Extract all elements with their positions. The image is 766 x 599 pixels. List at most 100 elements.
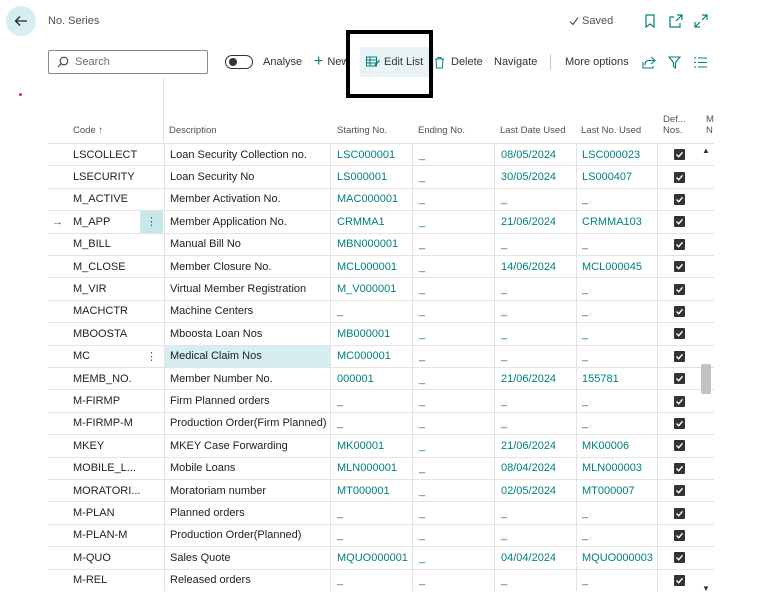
table-row[interactable]: LSECURITY Loan Security No LS000001 _ 30/05/… bbox=[48, 165, 714, 188]
cell-starting-no[interactable]: _ bbox=[332, 524, 413, 547]
cell-ending-no[interactable]: _ bbox=[414, 368, 495, 390]
cell-last-no-used[interactable]: MQUO000003 bbox=[577, 547, 658, 569]
cell-last-no-used[interactable]: _ bbox=[577, 300, 658, 323]
cell-default-nos[interactable] bbox=[670, 458, 688, 479]
cell-last-no-used[interactable]: CRMMA103 bbox=[577, 211, 658, 233]
checkbox-checked[interactable] bbox=[673, 373, 685, 385]
cell-ending-no[interactable]: _ bbox=[414, 211, 495, 233]
cell-last-no-used[interactable]: MT000007 bbox=[577, 480, 658, 502]
cell-description[interactable]: Loan Security No bbox=[164, 166, 331, 188]
cell-default-nos[interactable] bbox=[670, 368, 688, 389]
cell-default-nos[interactable] bbox=[670, 234, 688, 255]
checkbox-checked[interactable] bbox=[673, 283, 685, 295]
cell-last-no-used[interactable]: _ bbox=[577, 390, 658, 412]
cell-last-date-used[interactable]: _ bbox=[496, 300, 577, 323]
checkbox-checked[interactable] bbox=[673, 395, 685, 407]
checkbox-checked[interactable] bbox=[673, 529, 685, 541]
row-actions-button[interactable] bbox=[140, 390, 163, 411]
table-row[interactable]: MORATORI... Moratoriam number MT000001 _ 02/… bbox=[48, 479, 714, 502]
cell-default-nos[interactable] bbox=[670, 435, 688, 456]
cell-default-nos[interactable] bbox=[670, 211, 688, 232]
cell-default-nos[interactable] bbox=[670, 256, 688, 277]
table-row[interactable]: M_BILL Manual Bill No MBN000001 _ _ _ bbox=[48, 232, 714, 255]
cell-starting-no[interactable]: MQUO000001 bbox=[332, 547, 413, 569]
vertical-scrollbar[interactable]: ▲ ▼ bbox=[699, 142, 714, 599]
delete-button[interactable]: Delete bbox=[434, 47, 483, 77]
cell-description[interactable]: Medical Claim Nos bbox=[164, 345, 331, 367]
checkbox-checked[interactable] bbox=[673, 328, 685, 340]
cell-starting-no[interactable]: LS000001 bbox=[332, 166, 413, 188]
cell-default-nos[interactable] bbox=[670, 502, 688, 523]
cell-last-no-used[interactable]: _ bbox=[577, 188, 658, 211]
checkbox-checked[interactable] bbox=[673, 552, 685, 564]
checkbox-checked[interactable] bbox=[673, 149, 685, 161]
cell-code[interactable]: M-QUO bbox=[68, 547, 140, 568]
cell-last-date-used[interactable]: 30/05/2024 bbox=[496, 166, 577, 188]
checkbox-checked[interactable] bbox=[673, 171, 685, 183]
cell-description[interactable]: Production Order(Firm Planned) bbox=[164, 412, 331, 435]
edit-list-button[interactable]: Edit List bbox=[366, 47, 423, 77]
open-new-window-icon[interactable] bbox=[668, 13, 684, 29]
cell-code[interactable]: M-PLAN-M bbox=[68, 525, 140, 546]
row-actions-button[interactable] bbox=[140, 368, 163, 389]
cell-code[interactable]: M-FIRMP bbox=[68, 390, 140, 411]
cell-last-no-used[interactable]: _ bbox=[577, 502, 658, 524]
cell-last-no-used[interactable]: _ bbox=[577, 524, 658, 547]
toggle-switch[interactable] bbox=[225, 55, 253, 69]
cell-code[interactable]: MOBILE_L... bbox=[68, 458, 140, 479]
row-actions-button[interactable] bbox=[140, 570, 163, 591]
cell-last-date-used[interactable]: _ bbox=[496, 502, 577, 524]
column-header-last-date-used[interactable]: Last Date Used bbox=[500, 125, 565, 136]
checkbox-checked[interactable] bbox=[673, 462, 685, 474]
row-actions-button[interactable]: ⋮ bbox=[140, 211, 163, 233]
cell-starting-no[interactable]: 000001 bbox=[332, 368, 413, 390]
table-row[interactable]: M_VIR Virtual Member Registration M_V00000… bbox=[48, 277, 714, 300]
row-actions-button[interactable] bbox=[140, 256, 163, 277]
table-row[interactable]: M-QUO Sales Quote MQUO000001 _ 04/04/2024 MQU… bbox=[48, 546, 714, 569]
search-input[interactable] bbox=[75, 56, 195, 68]
cell-ending-no[interactable]: _ bbox=[414, 256, 495, 278]
row-actions-button[interactable] bbox=[140, 301, 163, 322]
cell-code[interactable]: M-PLAN bbox=[68, 502, 140, 523]
cell-description[interactable]: Sales Quote bbox=[164, 547, 331, 569]
cell-starting-no[interactable]: MAC000001 bbox=[332, 188, 413, 211]
cell-default-nos[interactable] bbox=[670, 480, 688, 501]
cell-code[interactable]: M-REL bbox=[68, 570, 140, 591]
table-row[interactable]: → M_APP ⋮ Member Application No. CRMMA1 _ 21/0… bbox=[48, 210, 714, 233]
cell-starting-no[interactable]: _ bbox=[332, 390, 413, 412]
checkbox-checked[interactable] bbox=[673, 238, 685, 250]
cell-starting-no[interactable]: MBN000001 bbox=[332, 233, 413, 255]
checkbox-checked[interactable] bbox=[673, 261, 685, 273]
cell-ending-no[interactable]: _ bbox=[414, 233, 495, 255]
cell-default-nos[interactable] bbox=[670, 413, 688, 434]
cell-code[interactable]: M_ACTIVE bbox=[68, 189, 140, 210]
table-row[interactable]: MEMB_NO. Member Number No. 000001 _ 21/06/20… bbox=[48, 367, 714, 390]
cell-description[interactable]: Production Order(Planned) bbox=[164, 524, 331, 547]
cell-description[interactable]: Member Application No. bbox=[164, 211, 331, 233]
column-header-starting-no[interactable]: Starting No. bbox=[337, 125, 387, 136]
cell-code[interactable]: MORATORI... bbox=[68, 480, 140, 501]
cell-code[interactable]: M_BILL bbox=[68, 234, 140, 255]
cell-last-date-used[interactable]: 21/06/2024 bbox=[496, 368, 577, 390]
row-actions-button[interactable]: ⋮ bbox=[140, 346, 163, 367]
cell-description[interactable]: MKEY Case Forwarding bbox=[164, 435, 331, 457]
cell-starting-no[interactable]: M_V000001 bbox=[332, 278, 413, 300]
cell-starting-no[interactable]: _ bbox=[332, 412, 413, 435]
cell-code[interactable]: M_VIR bbox=[68, 278, 140, 299]
cell-ending-no[interactable]: _ bbox=[414, 457, 495, 479]
cell-ending-no[interactable]: _ bbox=[414, 188, 495, 211]
cell-code[interactable]: MKEY bbox=[68, 435, 140, 456]
cell-default-nos[interactable] bbox=[670, 390, 688, 411]
table-row[interactable]: M-PLAN-M Production Order(Planned) _ _ _ _ bbox=[48, 523, 714, 547]
cell-ending-no[interactable]: _ bbox=[414, 345, 495, 367]
cell-ending-no[interactable]: _ bbox=[414, 300, 495, 323]
expand-icon[interactable] bbox=[693, 13, 709, 29]
cell-description[interactable]: Released orders bbox=[164, 569, 331, 591]
cell-last-no-used[interactable]: LS000407 bbox=[577, 166, 658, 188]
checkbox-checked[interactable] bbox=[673, 216, 685, 228]
row-actions-button[interactable] bbox=[140, 413, 163, 434]
cell-ending-no[interactable]: _ bbox=[414, 480, 495, 502]
table-row[interactable]: M-PLAN Planned orders _ _ _ _ bbox=[48, 501, 714, 524]
cell-code[interactable]: MBOOSTA bbox=[68, 323, 140, 344]
cell-default-nos[interactable] bbox=[670, 189, 688, 210]
